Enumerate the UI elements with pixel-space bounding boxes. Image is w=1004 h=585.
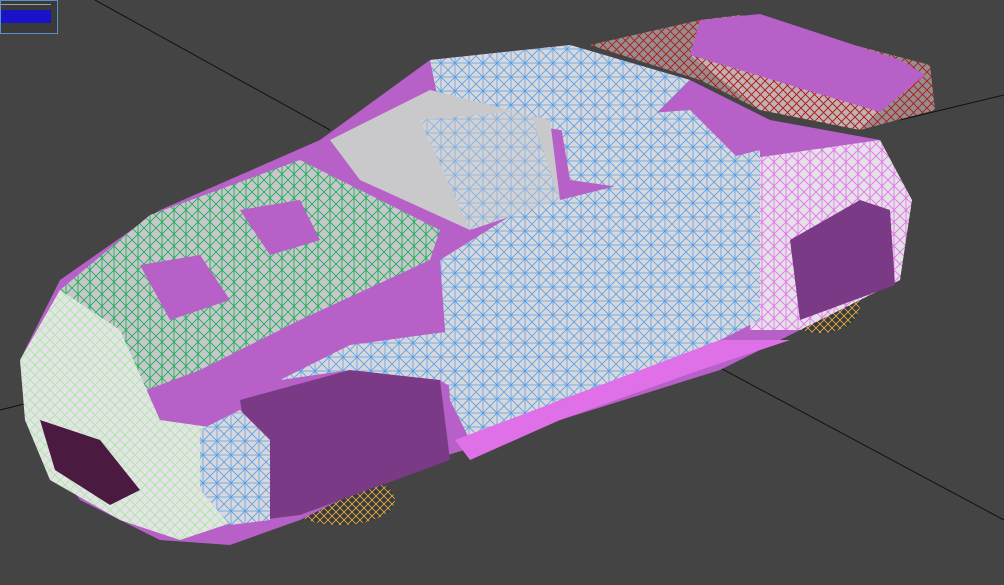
viewport-canvas[interactable] bbox=[0, 0, 1004, 585]
active-color-swatch[interactable] bbox=[1, 10, 51, 23]
rear-quarter-mesh bbox=[740, 140, 912, 330]
3d-viewport[interactable] bbox=[0, 0, 1004, 585]
swatch-divider bbox=[1, 4, 51, 5]
color-swatch[interactable] bbox=[0, 0, 58, 34]
